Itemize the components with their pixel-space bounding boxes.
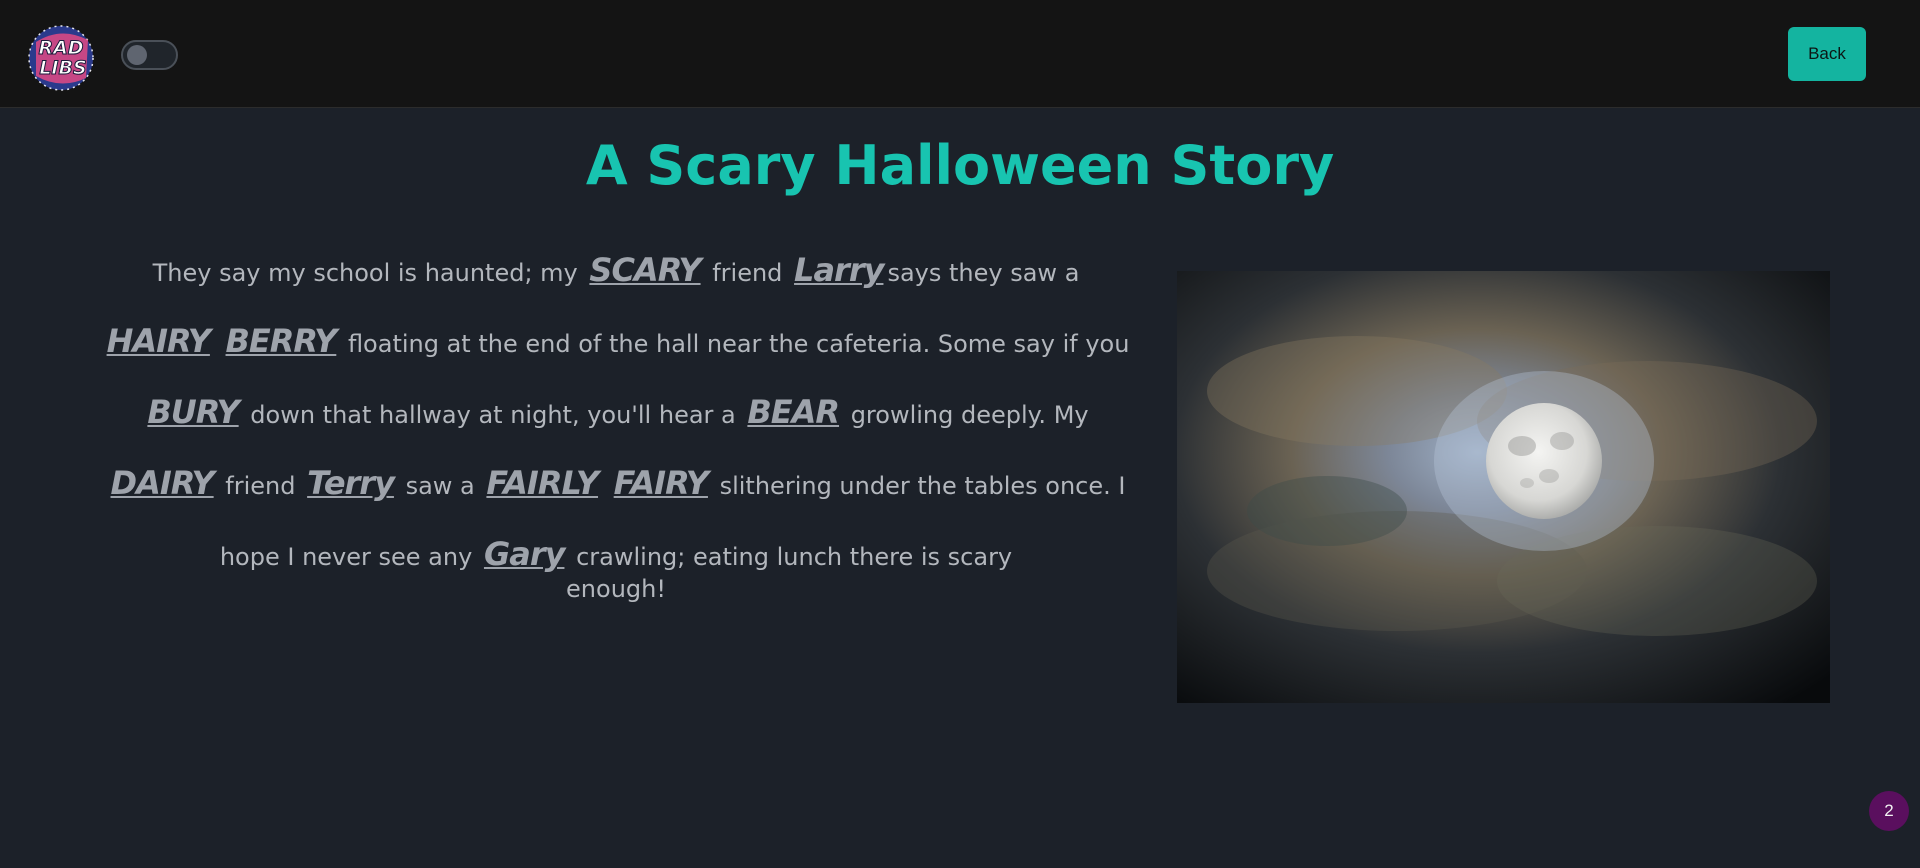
story-segment: growling deeply. My — [850, 401, 1089, 429]
story-text: They say my school is haunted; my Scary … — [96, 236, 1136, 609]
story-segment: says they saw a — [887, 259, 1080, 287]
filled-word-creature: Fairy — [613, 464, 709, 502]
filled-word-name: Larry — [794, 251, 884, 289]
back-button[interactable]: Back — [1788, 27, 1866, 81]
filled-word-animal: Bear — [747, 393, 840, 431]
story-segment: saw a — [405, 472, 475, 500]
story-segment: friend — [712, 259, 783, 287]
filled-word-verb: Bury — [147, 393, 239, 431]
filled-word-name: Terry — [307, 464, 395, 502]
rad-libs-logo[interactable]: RAD LIBS — [18, 18, 104, 94]
filled-word-name: Gary — [483, 535, 565, 573]
full-moon-image — [1177, 271, 1830, 703]
story-segment: floating at the end of the hall near the… — [347, 330, 1130, 358]
filled-word-noun: Berry — [225, 322, 338, 360]
story-segment: crawling; eating lunch there is scary — [576, 543, 1013, 571]
filled-word-adverb: Fairly — [486, 464, 599, 502]
logo-text-libs: LIBS — [39, 57, 86, 79]
logo-text-rad: RAD — [38, 37, 83, 59]
story-segment: They say my school is haunted; my — [152, 259, 578, 287]
story-segment: down that hallway at night, you'll hear … — [250, 401, 736, 429]
notification-badge[interactable]: 2 — [1869, 791, 1909, 831]
filled-word-adjective: Hairy — [106, 322, 211, 360]
toggle-knob — [127, 45, 147, 65]
filled-word-adjective: Scary — [589, 251, 701, 289]
story-title: A Scary Halloween Story — [585, 134, 1335, 197]
story-segment: enough! — [566, 575, 666, 603]
story-segment: friend — [225, 472, 296, 500]
theme-toggle[interactable] — [121, 40, 178, 70]
top-bar: RAD LIBS Back — [0, 0, 1920, 108]
filled-word-adjective: Dairy — [110, 464, 215, 502]
